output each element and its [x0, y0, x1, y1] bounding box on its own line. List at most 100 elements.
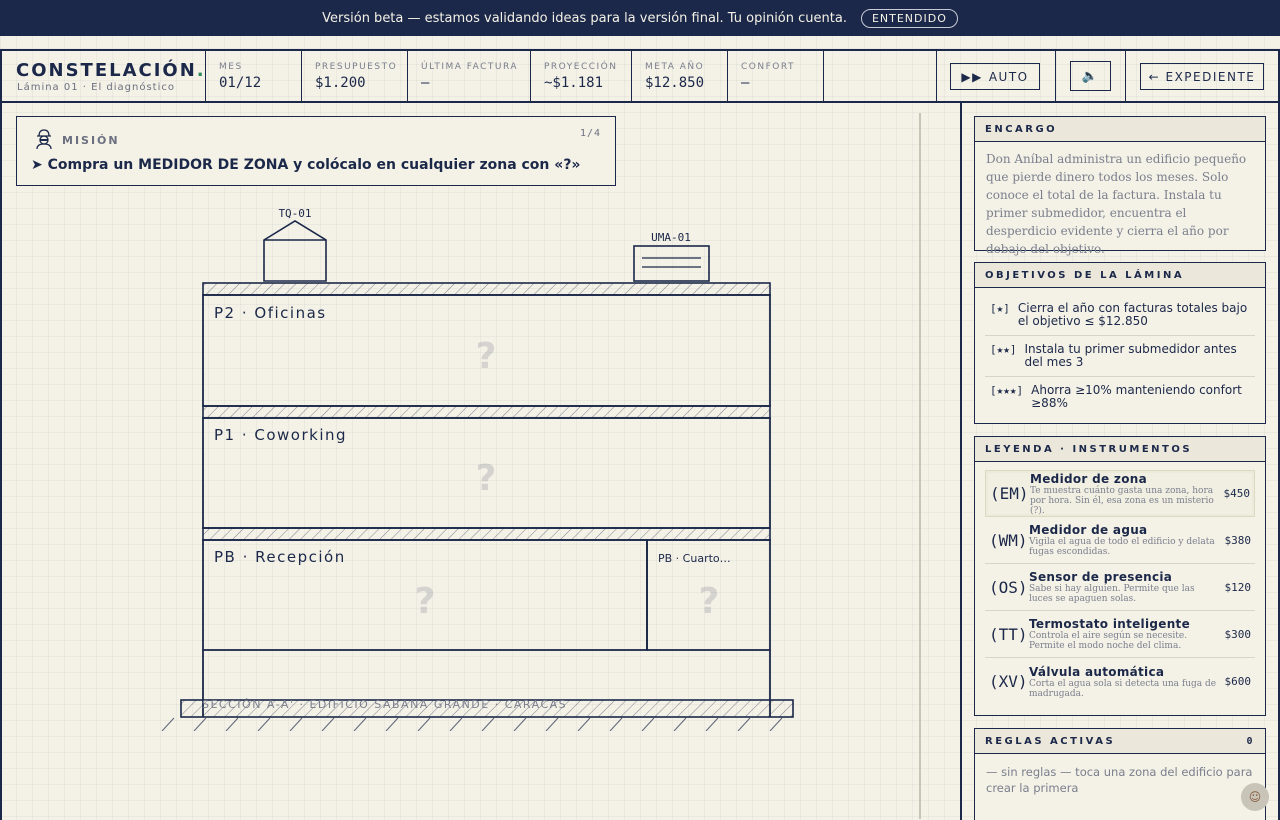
objective-text: Cierra el año con facturas totales bajo … — [1017, 301, 1248, 328]
stat-label: ÚLTIMA FACTURA — [421, 62, 519, 72]
panel-title: LEYENDA · INSTRUMENTOS — [985, 443, 1193, 455]
tank-icon[interactable] — [263, 220, 327, 282]
uma-label: UMA-01 — [651, 231, 691, 244]
stat-value: — — [741, 75, 750, 91]
zone-pb-label: PB · Recepción — [214, 548, 346, 566]
instrument-desc: Te muestra cuánto gasta una zona, hora p… — [1030, 485, 1214, 516]
unknown-marker: ? — [699, 581, 720, 622]
sheet-subtitle: Lámina 01 · El diagnóstico — [17, 82, 175, 93]
app-frame: CONSTELACIÓN. Lámina 01 · El diagnóstico… — [0, 49, 1280, 820]
panel-header: OBJETIVOS DE LA LÁMINA — [975, 263, 1265, 288]
objective-item: [★★★] Ahorra ≥10% manteniendo confort ≥8… — [985, 377, 1255, 417]
inspector-icon — [36, 129, 52, 150]
instrument-price: $120 — [1224, 580, 1252, 594]
stat-label: META AÑO — [645, 62, 705, 72]
objective-text: Ahorra ≥10% manteniendo confort ≥88% — [1031, 383, 1242, 410]
roof-slab — [202, 282, 771, 296]
instrument-name: Válvula automática — [1029, 664, 1165, 679]
mission-label: MISIÓN — [62, 134, 120, 147]
expediente-button[interactable]: ← EXPEDIENTE — [1140, 63, 1264, 90]
instrument-desc: Sabe si hay alguien. Permite que las luc… — [1029, 584, 1195, 604]
panel-title: OBJETIVOS DE LA LÁMINA — [985, 269, 1185, 281]
instrument-name: Medidor de agua — [1029, 523, 1148, 537]
instrument-code: (XV) — [989, 672, 1028, 691]
instrument-name: Medidor de zona — [1030, 471, 1147, 486]
ground-hatch — [161, 717, 783, 731]
tank-label: TQ-01 — [278, 207, 311, 220]
top-bar: CONSTELACIÓN. Lámina 01 · El diagnóstico… — [2, 51, 1278, 103]
objective-item: [★★] Instala tu primer submedidor antes … — [985, 336, 1255, 377]
panel-header: REGLAS ACTIVAS 0 — [975, 729, 1265, 754]
auto-play-button[interactable]: ▶▶ AUTO — [950, 63, 1040, 90]
instrument-desc: Corta el agua sola si detecta una fuga d… — [1029, 678, 1217, 699]
instrument-code: (EM) — [990, 484, 1029, 503]
feedback-avatar-icon[interactable]: ☺ — [1241, 783, 1269, 811]
instrument-desc: Vigila el agua de todo el edificio y del… — [1029, 537, 1215, 557]
stat-value: $1.200 — [315, 75, 366, 91]
instrument-desc: Controla el aire según se necesite. Perm… — [1029, 631, 1188, 651]
zone-p2-label: P2 · Oficinas — [214, 304, 327, 322]
instrument-price: $380 — [1224, 533, 1252, 547]
panel-title: REGLAS ACTIVAS — [985, 735, 1116, 747]
beta-banner: Versión beta — estamos validando ideas p… — [0, 0, 1280, 36]
brand: CONSTELACIÓN. Lámina 01 · El diagnóstico — [2, 51, 206, 101]
mission-text: ➤ Compra un MEDIDOR DE ZONA y colócalo e… — [31, 157, 581, 173]
mission-card: MISIÓN 1/4 ➤ Compra un MEDIDOR DE ZONA y… — [16, 116, 616, 186]
rules-panel: REGLAS ACTIVAS 0 — sin reglas — toca una… — [974, 728, 1266, 820]
zone-pb-cuarto-label: PB · Cuarto… — [658, 552, 731, 565]
panel-title: ENCARGO — [985, 123, 1058, 135]
panel-header: ENCARGO — [975, 117, 1265, 142]
instrument-price: $300 — [1224, 627, 1252, 641]
panel-header: LEYENDA · INSTRUMENTOS — [975, 437, 1265, 462]
unknown-marker: ? — [476, 458, 497, 499]
encargo-text: Don Aníbal administra un edificio pequeñ… — [986, 152, 1247, 256]
brand-title: CONSTELACIÓN. — [16, 60, 206, 81]
instruments-panel: LEYENDA · INSTRUMENTOS (EM) Medidor de z… — [974, 436, 1266, 716]
instrument-zone-meter[interactable]: (EM) Medidor de zona Te muestra cuánto ga… — [985, 470, 1255, 517]
instrument-code: (OS) — [989, 577, 1028, 597]
star-rating: [★★★] — [990, 384, 1024, 397]
objective-text: Instala tu primer submedidor antes del m… — [1024, 342, 1237, 369]
stat-value: ~$1.181 — [544, 75, 604, 91]
stat-meta-ano: META AÑO $12.850 — [632, 51, 728, 101]
dismiss-banner-button[interactable]: ENTENDIDO — [860, 8, 958, 28]
instrument-water-meter[interactable]: (WM) Medidor de agua Vigila el agua de to… — [985, 517, 1255, 564]
instrument-occupancy-sensor[interactable]: (OS) Sensor de presencia Sabe si hay algu… — [985, 564, 1255, 611]
instrument-code: (TT) — [989, 624, 1028, 644]
instrument-code: (WM) — [989, 530, 1028, 550]
section-caption: SECCIÓN A-A' · EDIFICIO SABANA GRANDE · … — [202, 698, 568, 711]
sidebar-border — [960, 101, 962, 820]
instrument-name: Termostato inteligente — [1029, 617, 1191, 631]
brand-dot: . — [196, 60, 206, 81]
speaker-icon: 🔈 — [1081, 68, 1100, 84]
mission-counter: 1/4 — [579, 128, 601, 139]
instrument-thermostat[interactable]: (TT) Termostato inteligente Controla el a… — [985, 611, 1255, 658]
stat-label: MES — [219, 62, 243, 72]
stat-label: PRESUPUESTO — [315, 62, 398, 72]
slab-pb — [202, 527, 771, 541]
instrument-valve[interactable]: (XV) Válvula automática Corta el agua sol… — [985, 658, 1255, 705]
unknown-marker: ? — [415, 581, 436, 622]
objective-item: [★] Cierra el año con facturas totales b… — [985, 295, 1255, 336]
fast-forward-icon: ▶▶ — [961, 69, 983, 84]
canvas-divider — [919, 113, 921, 819]
instrument-name: Sensor de presencia — [1029, 570, 1173, 584]
stat-value: 01/12 — [219, 75, 262, 91]
stat-confort: CONFORT — — [728, 51, 824, 101]
encargo-panel: ENCARGO Don Aníbal administra un edifici… — [974, 116, 1266, 256]
stat-value: $12.850 — [645, 75, 705, 91]
stat-proyeccion: PROYECCIÓN ~$1.181 — [531, 51, 632, 101]
air-handler-icon[interactable] — [633, 245, 710, 282]
star-rating: [★] — [990, 302, 1010, 315]
stat-presupuesto: PRESUPUESTO $1.200 — [302, 51, 408, 101]
rules-count: 0 — [1246, 735, 1255, 747]
rules-empty-text: — sin reglas — toca una zona del edifici… — [986, 765, 1253, 795]
stat-ultima-factura: ÚLTIMA FACTURA — — [408, 51, 531, 101]
stat-mes: MES 01/12 — [206, 51, 302, 101]
slab-p1 — [202, 405, 771, 419]
building-section-drawing: TQ-01 UMA-01 P2 · Oficinas ? P1 · Cowork… — [161, 207, 794, 731]
instrument-price: $450 — [1223, 487, 1251, 500]
beta-banner-text: Versión beta — estamos validando ideas p… — [322, 10, 847, 26]
brand-name: CONSTELACIÓN — [16, 60, 197, 81]
sound-button[interactable]: 🔈 — [1070, 61, 1111, 91]
